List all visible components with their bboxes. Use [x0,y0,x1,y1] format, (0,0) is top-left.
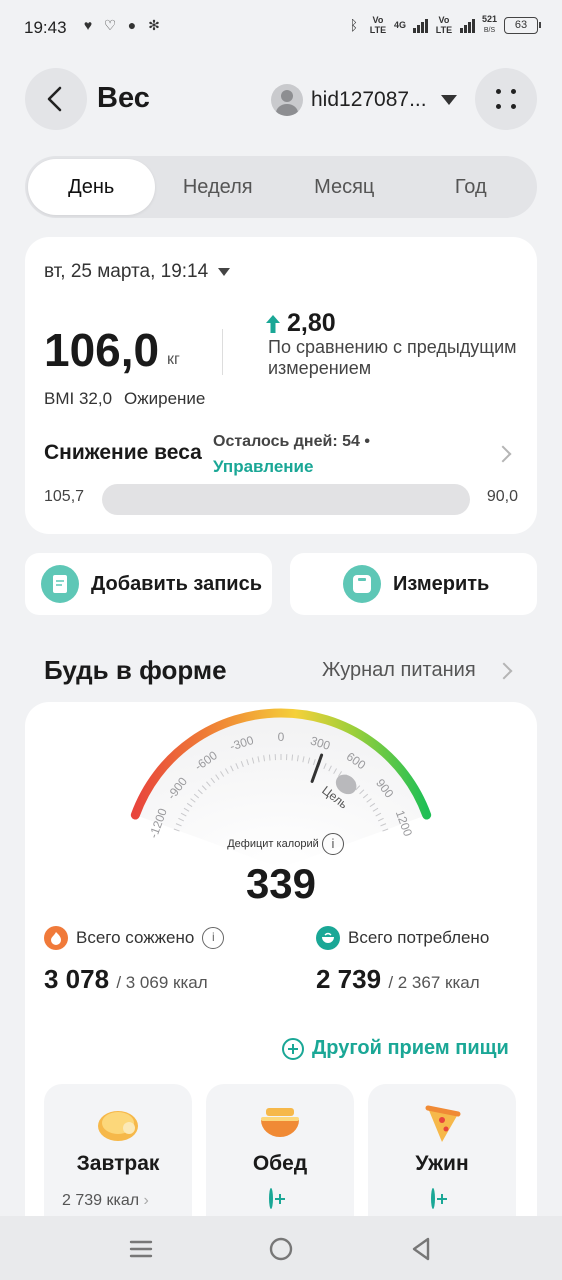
burned-label: Всего сожжено [76,928,195,947]
section-title: Будь в форме [44,655,227,685]
goal-progress-bar [102,484,470,515]
home-icon[interactable] [266,1234,296,1264]
arrow-up-icon [266,314,280,333]
period-tabs: День Неделя Месяц Год [25,156,537,218]
burned-target: / 3 069 ккал [116,973,208,992]
divider [222,329,223,375]
gauge-minor-tick [291,754,294,761]
gauge-label: Дефицит калорий [227,838,319,850]
delta-value: 2,80 [287,309,336,337]
measure-button[interactable]: Измерить [290,553,537,615]
meal-name: Ужин [415,1152,469,1175]
back-nav-icon[interactable] [406,1234,436,1264]
heart-icon: ♥ [83,17,93,33]
plus-circle-icon [431,1188,435,1209]
volte-icon: Vo LTE [369,15,387,35]
weight-value: 106,0 [44,324,160,376]
add-record-button[interactable]: Добавить запись [25,553,272,615]
bmi-category: Ожирение [124,389,206,408]
consumed-stat: Всего потреблено 2 739 / 2 367 ккал [316,926,489,995]
status-time: 19:43 [24,18,67,37]
chevron-small-icon: › [143,1192,149,1209]
gauge-info-icon[interactable]: i [322,833,344,855]
network-speed: 521 B/S [481,14,497,34]
more-options-button[interactable] [475,68,537,130]
consumed-value: 2 739 [316,964,382,994]
consumed-target: / 2 367 ккал [388,973,480,992]
back-arrow-icon [47,86,62,112]
date-selector[interactable]: вт, 25 марта, 19:14 [44,261,231,283]
avatar [271,84,303,116]
meal-name: Завтрак [76,1152,160,1175]
goal-start-weight: 105,7 [44,488,85,505]
dropdown-caret-icon [440,95,457,105]
delta-description: По сравнению с предыдущим измерением [268,337,517,378]
meal-kcal: 2 739 ккал › [62,1192,149,1209]
other-meal-button[interactable]: Другой прием пищи [282,1037,509,1060]
bowl-meal-icon [261,1108,299,1137]
weight-card: вт, 25 марта, 19:14 106,0 кг 2,80 По сра… [25,237,537,534]
heart-check-icon: ♡ [103,17,117,33]
back-button[interactable] [25,68,87,130]
gauge-minor-tick [268,754,271,761]
status-bar: 19:43 ♥ ♡ ● ✻ ᛒ Vo LTE 4G Vo LTE 521 B/S … [0,0,562,56]
note-icon [41,565,79,603]
volte-icon-2: Vo LTE [435,15,453,35]
bowl-icon [316,926,340,950]
tab-month[interactable]: Месяц [281,159,408,215]
flame-icon [44,926,68,950]
plus-circle-icon [282,1037,304,1060]
other-meal-label: Другой прием пищи [312,1037,509,1059]
weight-delta: 2,80 [265,309,336,338]
signal-icon [412,17,428,33]
burned-info-icon[interactable]: i [202,927,225,949]
system-icons: ᛒ Vo LTE 4G Vo LTE 521 B/S 63 [346,14,541,36]
measure-label: Измерить [393,572,490,595]
meal-name: Обед [252,1152,308,1175]
add-lunch-button[interactable] [269,1188,273,1209]
pizza-icon [425,1105,461,1142]
user-name: hid127087... [311,88,427,111]
app-icon: ● [127,17,137,33]
bmi-row: BMI 32,0 Ожирение [44,389,205,409]
chevron-right-icon[interactable] [494,445,512,463]
date-caret-icon [218,268,231,276]
user-selector[interactable]: hid127087... [271,84,457,116]
goal-manage-link[interactable]: Управление [213,457,313,477]
menu-icon[interactable] [126,1234,156,1264]
bmi-value: BMI 32,0 [44,389,113,408]
weight-unit: кг [167,351,180,368]
notification-icons: ♥ ♡ ● ✻ [80,17,162,33]
goal-target-weight: 90,0 [486,488,518,505]
journal-chevron-icon[interactable] [495,662,513,680]
page-title: Вес [97,82,150,114]
gauge-tick-label: 0 [278,730,285,744]
scale-icon [343,565,381,603]
tab-day[interactable]: День [28,159,155,215]
goal-remaining-days: Осталось дней: 54 • [213,433,370,450]
add-dinner-button[interactable] [431,1188,435,1209]
bread-icon [98,1111,138,1141]
tab-year[interactable]: Год [408,159,535,215]
battery-icon: 63 [504,16,541,34]
pinwheel-icon: ✻ [148,17,160,33]
signal-icon-2 [459,17,475,33]
tab-week[interactable]: Неделя [155,159,282,215]
consumed-label: Всего потреблено [348,928,490,947]
gauge-value: 339 [245,860,317,907]
add-record-label: Добавить запись [91,572,263,595]
app-header: Вес hid127087... [25,68,537,132]
bluetooth-icon: ᛒ [349,17,359,33]
system-navigation-bar [0,1216,562,1280]
fitness-card: -1200 -900 -600 -300 0 300 600 900 1200 Цель Деф… [25,702,537,1280]
4g-icon: 4G [393,20,406,30]
food-journal-link[interactable]: Журнал питания [322,659,476,682]
goal-title: Снижение веса [44,441,202,464]
plus-circle-icon [269,1188,273,1209]
burned-value: 3 078 [44,964,110,994]
measurement-date: вт, 25 марта, 19:14 [44,261,209,282]
four-dots-icon [494,87,518,111]
burned-stat: Всего сожжено i 3 078 / 3 069 ккал [44,926,225,995]
